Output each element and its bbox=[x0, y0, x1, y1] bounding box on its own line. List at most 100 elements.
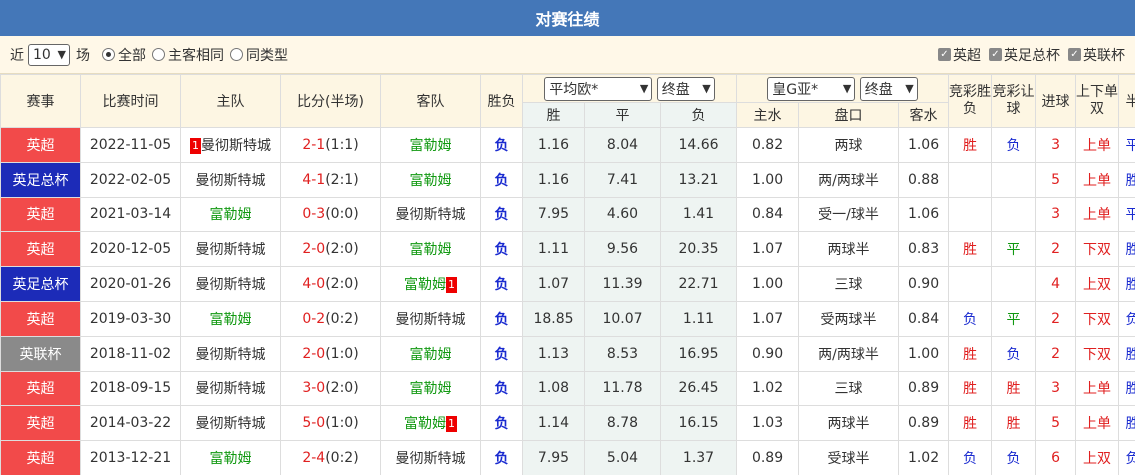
home-team-cell[interactable]: 1 曼彻斯特城 bbox=[180, 127, 281, 163]
competition-cell[interactable]: 英超 bbox=[0, 440, 81, 475]
home-team-cell[interactable]: 曼彻斯特城 bbox=[180, 161, 281, 198]
asia-period-select[interactable]: 终盘 ▼ bbox=[859, 76, 918, 101]
full-time-score[interactable]: 2-0 bbox=[302, 346, 325, 362]
checkbox-checked-icon[interactable]: ✓ bbox=[938, 48, 951, 61]
team-name[interactable]: 富勒姆 bbox=[410, 381, 452, 397]
score-cell[interactable]: 3-0(2:0) bbox=[280, 370, 381, 407]
score-cell[interactable]: 2-1(1:1) bbox=[280, 127, 381, 163]
score-cell[interactable]: 0-2(0:2) bbox=[280, 300, 381, 337]
away-team-cell[interactable]: 富勒姆 bbox=[380, 335, 481, 372]
away-team-cell[interactable]: 富勒姆 bbox=[380, 127, 481, 163]
away-team-cell[interactable]: 富勒姆 bbox=[380, 370, 481, 407]
checkbox-premier-league[interactable]: ✓ 英超 bbox=[938, 45, 981, 65]
full-time-score[interactable]: 4-1 bbox=[302, 172, 325, 188]
team-name[interactable]: 富勒姆 bbox=[410, 138, 452, 154]
away-team-cell[interactable]: 曼彻斯特城 bbox=[380, 196, 481, 233]
euro-company-select[interactable]: 平均欧* ▼ bbox=[544, 76, 653, 101]
match-count-select[interactable]: 10 ▼ bbox=[28, 43, 70, 66]
full-time-score[interactable]: 0-2 bbox=[302, 311, 325, 327]
team-name[interactable]: 曼彻斯特城 bbox=[201, 138, 271, 154]
full-time-score[interactable]: 0-3 bbox=[302, 206, 325, 222]
team-name[interactable]: 曼彻斯特城 bbox=[196, 347, 266, 363]
score-cell[interactable]: 2-4(0:2) bbox=[280, 440, 381, 475]
home-team-cell[interactable]: 曼彻斯特城 bbox=[180, 266, 281, 302]
competition-cell[interactable]: 英超 bbox=[0, 405, 81, 442]
team-name[interactable]: 曼彻斯特城 bbox=[396, 312, 466, 328]
competition-cell[interactable]: 英超 bbox=[0, 196, 81, 233]
score-cell[interactable]: 0-3(0:0) bbox=[280, 196, 381, 233]
euro-period-select[interactable]: 终盘 ▼ bbox=[656, 76, 715, 101]
full-time-score[interactable]: 2-1 bbox=[302, 137, 325, 153]
team-name[interactable]: 富勒姆 bbox=[404, 416, 446, 432]
team-name[interactable]: 曼彻斯特城 bbox=[196, 173, 266, 189]
home-water-cell: 1.00 bbox=[736, 266, 800, 302]
date-cell: 2021-03-14 bbox=[80, 196, 181, 233]
team-name[interactable]: 富勒姆 bbox=[210, 207, 252, 223]
checkbox-fa-cup[interactable]: ✓ 英足总杯 bbox=[989, 45, 1060, 65]
radio-same-type[interactable]: 同类型 bbox=[230, 45, 288, 65]
away-team-cell[interactable]: 富勒姆 bbox=[380, 161, 481, 198]
team-name[interactable]: 富勒姆 bbox=[410, 347, 452, 363]
chevron-down-icon: ▼ bbox=[842, 82, 852, 95]
competition-cell[interactable]: 英联杯 bbox=[0, 335, 81, 372]
col-away-water: 客水 bbox=[898, 102, 950, 128]
full-time-score[interactable]: 5-0 bbox=[302, 415, 325, 431]
team-name[interactable]: 曼彻斯特城 bbox=[196, 277, 266, 293]
team-name[interactable]: 富勒姆 bbox=[210, 451, 252, 467]
away-team-cell[interactable]: 曼彻斯特城 bbox=[380, 300, 481, 337]
competition-cell[interactable]: 英足总杯 bbox=[0, 266, 81, 302]
team-name[interactable]: 富勒姆 bbox=[410, 242, 452, 258]
away-team-cell[interactable]: 富勒姆 1 bbox=[380, 266, 481, 302]
odds-draw-cell: 9.56 bbox=[584, 231, 661, 268]
lottery-handicap-cell: 胜 bbox=[991, 370, 1037, 407]
competition-cell[interactable]: 英超 bbox=[0, 370, 81, 407]
competition-cell[interactable]: 英超 bbox=[0, 127, 81, 163]
score-cell[interactable]: 2-0(2:0) bbox=[280, 231, 381, 268]
team-name[interactable]: 曼彻斯特城 bbox=[396, 207, 466, 223]
radio-same-type-icon[interactable] bbox=[230, 48, 243, 61]
team-name[interactable]: 富勒姆 bbox=[410, 173, 452, 189]
radio-all[interactable]: 全部 bbox=[102, 45, 146, 65]
competition-cell[interactable]: 英超 bbox=[0, 231, 81, 268]
radio-same-home-away[interactable]: 主客相同 bbox=[152, 45, 224, 65]
home-team-cell[interactable]: 曼彻斯特城 bbox=[180, 405, 281, 442]
h2h-table: 赛事 比赛时间 主队 比分(半场) 客队 胜负 平均欧* ▼ 终盘 ▼ 皇G亚*… bbox=[0, 74, 1135, 475]
home-team-cell[interactable]: 富勒姆 bbox=[180, 300, 281, 337]
half-full-cell: 胜胜 bbox=[1118, 266, 1135, 302]
full-time-score[interactable]: 2-0 bbox=[302, 241, 325, 257]
col-home: 主队 bbox=[180, 74, 281, 128]
team-name[interactable]: 曼彻斯特城 bbox=[196, 242, 266, 258]
away-team-cell[interactable]: 富勒姆 bbox=[380, 231, 481, 268]
competition-cell[interactable]: 英超 bbox=[0, 300, 81, 337]
field-label: 场 bbox=[76, 47, 90, 64]
score-cell[interactable]: 5-0(1:0) bbox=[280, 405, 381, 442]
checkbox-checked-icon[interactable]: ✓ bbox=[1068, 48, 1081, 61]
full-time-score[interactable]: 4-0 bbox=[302, 276, 325, 292]
home-team-cell[interactable]: 富勒姆 bbox=[180, 196, 281, 233]
radio-same-home-away-icon[interactable] bbox=[152, 48, 165, 61]
score-cell[interactable]: 4-1(2:1) bbox=[280, 161, 381, 198]
team-name[interactable]: 富勒姆 bbox=[210, 312, 252, 328]
asia-company-select[interactable]: 皇G亚* ▼ bbox=[767, 76, 856, 101]
team-name[interactable]: 曼彻斯特城 bbox=[396, 451, 466, 467]
radio-all-icon[interactable] bbox=[102, 48, 115, 61]
score-cell[interactable]: 4-0(2:0) bbox=[280, 266, 381, 302]
home-team-cell[interactable]: 曼彻斯特城 bbox=[180, 231, 281, 268]
team-name[interactable]: 富勒姆 bbox=[404, 277, 446, 293]
competition-cell[interactable]: 英足总杯 bbox=[0, 161, 81, 198]
score-cell[interactable]: 2-0(1:0) bbox=[280, 335, 381, 372]
team-name[interactable]: 曼彻斯特城 bbox=[196, 416, 266, 432]
away-team-cell[interactable]: 曼彻斯特城 bbox=[380, 440, 481, 475]
home-team-cell[interactable]: 曼彻斯特城 bbox=[180, 335, 281, 372]
checkbox-checked-icon[interactable]: ✓ bbox=[989, 48, 1002, 61]
full-time-score[interactable]: 3-0 bbox=[302, 380, 325, 396]
handicap-cell: 两/两球半 bbox=[798, 161, 900, 198]
away-team-cell[interactable]: 富勒姆 1 bbox=[380, 405, 481, 442]
home-team-cell[interactable]: 富勒姆 bbox=[180, 440, 281, 475]
team-name[interactable]: 曼彻斯特城 bbox=[196, 381, 266, 397]
full-time-score[interactable]: 2-4 bbox=[302, 450, 325, 466]
home-team-cell[interactable]: 曼彻斯特城 bbox=[180, 370, 281, 407]
checkbox-league-cup[interactable]: ✓ 英联杯 bbox=[1068, 45, 1125, 65]
asia-odds-header: 皇G亚* ▼ 终盘 ▼ bbox=[736, 74, 950, 103]
goals-cell: 6 bbox=[1035, 440, 1077, 475]
